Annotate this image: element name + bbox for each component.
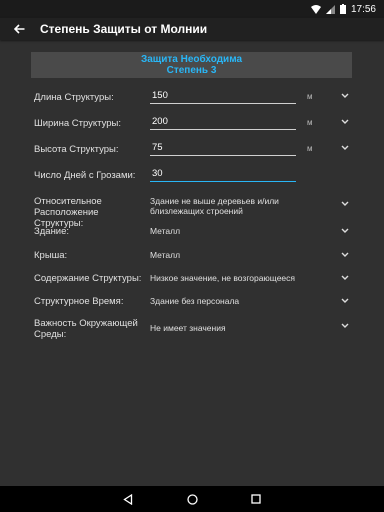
chevron-down-icon[interactable] xyxy=(340,144,350,152)
status-time: 17:56 xyxy=(350,3,376,15)
occupancy-label: Структурное Время: xyxy=(34,296,124,307)
content-select[interactable]: Низкое значение, не возгорающееся xyxy=(150,273,330,283)
triangle-back-icon xyxy=(123,493,133,505)
chevron-down-icon[interactable] xyxy=(340,322,350,330)
length-input[interactable]: 150 xyxy=(150,90,296,104)
wifi-icon xyxy=(310,4,321,14)
storm-days-input[interactable]: 30 xyxy=(150,168,296,182)
nav-recents-button[interactable] xyxy=(224,494,288,504)
nav-back-button[interactable] xyxy=(96,493,160,505)
signal-icon xyxy=(325,4,335,14)
height-label: Высота Структуры: xyxy=(34,144,119,155)
building-label: Здание: xyxy=(34,226,70,237)
width-input[interactable]: 200 xyxy=(150,116,296,130)
circle-home-icon xyxy=(186,493,198,505)
system-nav-bar xyxy=(0,486,384,512)
width-label: Ширина Структуры: xyxy=(34,118,122,129)
environment-label: Важность Окружающей Среды: xyxy=(34,318,138,340)
chevron-down-icon[interactable] xyxy=(340,92,350,100)
storm-days-label: Число Дней с Грозами: xyxy=(34,170,136,181)
roof-select[interactable]: Металл xyxy=(150,250,330,260)
result-line-1: Защита Необходима xyxy=(140,54,243,65)
length-unit: м xyxy=(307,92,313,101)
app-bar: Степень Защиты от Молнии xyxy=(0,18,384,40)
chevron-down-icon[interactable] xyxy=(340,200,350,208)
length-label: Длина Структуры: xyxy=(34,92,114,103)
location-select[interactable]: Здание не выше деревьев и/или близлежащи… xyxy=(150,196,330,216)
battery-icon xyxy=(339,4,346,14)
environment-select[interactable]: Не имеет значения xyxy=(150,323,330,333)
nav-home-button[interactable] xyxy=(160,493,224,505)
back-button[interactable] xyxy=(8,18,30,40)
page-title: Степень Защиты от Молнии xyxy=(40,22,208,36)
result-line-2: Степень 3 xyxy=(166,65,217,76)
chevron-down-icon[interactable] xyxy=(340,297,350,305)
chevron-down-icon[interactable] xyxy=(340,227,350,235)
status-bar: 17:56 xyxy=(0,0,384,18)
building-select[interactable]: Металл xyxy=(150,226,330,236)
occupancy-select[interactable]: Здание без персонала xyxy=(150,296,330,306)
chevron-down-icon[interactable] xyxy=(340,274,350,282)
result-banner: Защита Необходима Степень 3 xyxy=(31,52,352,78)
location-label: Относительное Расположение Структуры: xyxy=(34,196,102,229)
width-unit: м xyxy=(307,118,313,127)
arrow-left-icon xyxy=(13,24,24,34)
height-input[interactable]: 75 xyxy=(150,142,296,156)
height-unit: м xyxy=(307,144,313,153)
content-label: Содержание Структуры: xyxy=(34,273,142,284)
chevron-down-icon[interactable] xyxy=(340,251,350,259)
roof-label: Крыша: xyxy=(34,250,68,261)
chevron-down-icon[interactable] xyxy=(340,118,350,126)
square-recents-icon xyxy=(251,494,261,504)
